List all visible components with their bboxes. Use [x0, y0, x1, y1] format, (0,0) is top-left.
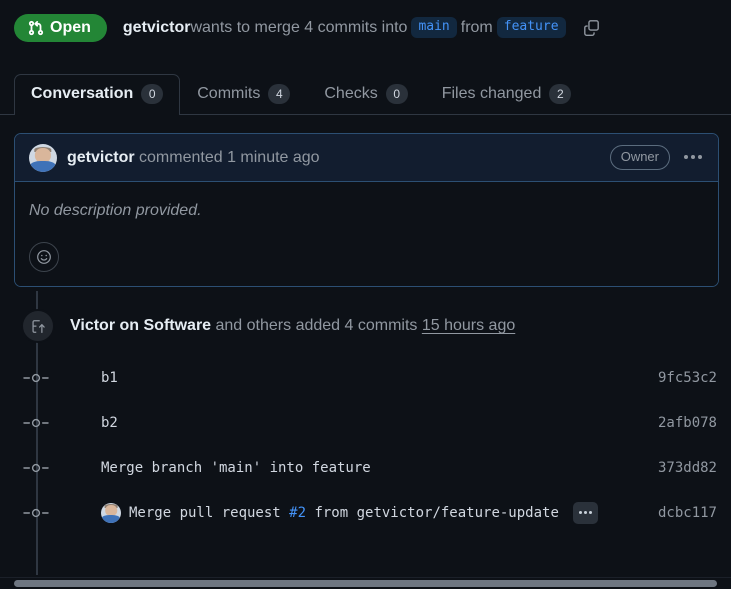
commit-message-prefix: Merge pull request — [129, 505, 289, 521]
comment-timestamp[interactable]: 1 minute ago — [227, 149, 320, 166]
tab-commits-label: Commits — [197, 85, 260, 103]
tab-checks[interactable]: Checks 0 — [307, 74, 424, 115]
tab-commits-count: 4 — [268, 84, 290, 104]
commit-sha[interactable]: 9fc53c2 — [658, 370, 717, 386]
tab-checks-count: 0 — [386, 84, 408, 104]
commit-node-icon — [19, 461, 53, 475]
commit-node-icon — [19, 416, 53, 430]
pull-request-header: Open getvictor wants to merge 4 commits … — [0, 0, 731, 42]
commit-node-icon — [19, 506, 53, 520]
pr-state-badge[interactable]: Open — [14, 14, 107, 42]
commit-node-icon — [19, 371, 53, 385]
commit-main: b2 — [101, 415, 118, 431]
smiley-icon[interactable] — [29, 242, 59, 272]
commit-message[interactable]: b1 — [101, 370, 118, 386]
scrollbar-thumb[interactable] — [14, 580, 717, 587]
commit-message[interactable]: b2 — [101, 415, 118, 431]
kebab-menu-icon[interactable] — [682, 151, 704, 163]
commit-push-icon — [21, 309, 55, 343]
pr-text-before: wants to merge 4 commits into — [190, 19, 407, 37]
base-branch-chip[interactable]: main — [411, 17, 456, 39]
horizontal-scrollbar[interactable] — [0, 577, 731, 589]
pr-timeline: Victor on Software and others added 4 co… — [0, 309, 731, 535]
pr-state-label: Open — [50, 20, 91, 36]
copy-icon[interactable] — [580, 16, 604, 40]
git-pull-request-icon — [28, 20, 44, 36]
ellipsis-icon[interactable] — [573, 502, 598, 524]
commit-main: Merge branch 'main' into feature — [101, 460, 371, 476]
tab-conversation-label: Conversation — [31, 85, 133, 103]
pr-author[interactable]: getvictor — [123, 19, 191, 37]
pr-tab-bar: Conversation 0 Commits 4 Checks 0 Files … — [0, 72, 731, 115]
pr-description-comment: getvictor commented 1 minute ago Owner N… — [14, 133, 719, 287]
avatar[interactable] — [101, 503, 121, 523]
commit-row: Merge pull request #2 from getvictor/fea… — [14, 490, 731, 535]
commit-row: b1 9fc53c2 — [14, 355, 731, 400]
avatar[interactable] — [29, 144, 57, 172]
tab-conversation[interactable]: Conversation 0 — [14, 74, 180, 115]
comment-header: getvictor commented 1 minute ago Owner — [15, 134, 718, 182]
commit-message[interactable]: Merge branch 'main' into feature — [101, 460, 371, 476]
tab-checks-label: Checks — [324, 85, 377, 103]
pr-text-middle: from — [461, 19, 493, 37]
status-badge[interactable]: Owner — [610, 145, 670, 170]
comment-action: commented — [135, 149, 227, 166]
tab-files-changed-label: Files changed — [442, 85, 542, 103]
pr-subtitle: getvictor wants to merge 4 commits into … — [123, 16, 604, 40]
timeline-actor[interactable]: Victor on Software — [70, 317, 211, 334]
tab-commits[interactable]: Commits 4 — [180, 74, 307, 115]
timeline-event-commits-added: Victor on Software and others added 4 co… — [14, 309, 731, 343]
commit-list: b1 9fc53c2 b2 2afb078 — [14, 355, 731, 535]
commit-main: Merge pull request #2 from getvictor/fea… — [101, 502, 598, 524]
timeline-event-text: Victor on Software and others added 4 co… — [70, 317, 515, 335]
tab-files-changed[interactable]: Files changed 2 — [425, 74, 589, 115]
comment-header-actions: Owner — [610, 145, 704, 170]
timeline-event-description: and others added 4 commits — [211, 317, 422, 334]
comment-text: No description provided. — [29, 202, 704, 220]
timeline-event-time[interactable]: 15 hours ago — [422, 317, 515, 334]
comment-author[interactable]: getvictor — [67, 149, 135, 166]
issue-link[interactable]: #2 — [289, 505, 306, 521]
commit-message[interactable]: Merge pull request #2 from getvictor/fea… — [129, 505, 559, 521]
tab-conversation-count: 0 — [141, 84, 163, 104]
comment-body: No description provided. — [15, 182, 718, 286]
commit-sha[interactable]: 2afb078 — [658, 415, 717, 431]
comment-byline: getvictor commented 1 minute ago — [67, 149, 320, 167]
pull-request-page: Open getvictor wants to merge 4 commits … — [0, 0, 731, 589]
commit-sha[interactable]: 373dd82 — [658, 460, 717, 476]
commit-main: b1 — [101, 370, 118, 386]
commit-sha[interactable]: dcbc117 — [658, 505, 717, 521]
commit-row: Merge branch 'main' into feature 373dd82 — [14, 445, 731, 490]
head-branch-chip[interactable]: feature — [497, 17, 566, 39]
tab-files-changed-count: 2 — [549, 84, 571, 104]
commit-message-suffix: from getvictor/feature-update — [306, 505, 559, 521]
commit-row: b2 2afb078 — [14, 400, 731, 445]
